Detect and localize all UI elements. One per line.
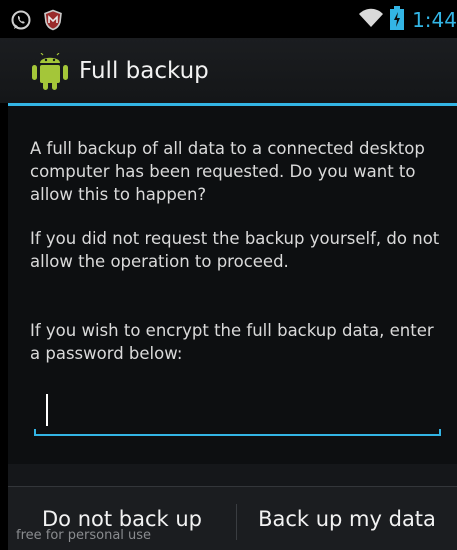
input-underline-tick-left: [34, 429, 36, 436]
dialog-title: Full backup: [79, 58, 209, 84]
password-field[interactable]: [34, 386, 441, 436]
status-bar: 1:44: [0, 0, 457, 38]
dialog-title-bar: Full backup: [0, 38, 457, 103]
dialog-content: A full backup of all data to a connected…: [8, 106, 457, 464]
whatsapp-icon: [10, 9, 32, 35]
password-input[interactable]: [34, 386, 441, 436]
backup-request-message: A full backup of all data to a connected…: [30, 139, 425, 204]
notification-icons: [10, 9, 64, 35]
android-screen: 1:44 Full backup A full backup of all da…: [0, 0, 457, 550]
encrypt-instruction: If you wish to encrypt the full backup d…: [30, 321, 434, 363]
wifi-icon: [358, 7, 384, 33]
back-up-my-data-button[interactable]: Back up my data: [237, 487, 457, 550]
system-icons: 1:44: [358, 6, 457, 34]
input-underline: [34, 434, 441, 436]
warning-message: If you did not request the backup yourse…: [30, 229, 440, 271]
android-robot-icon: [30, 52, 70, 95]
text-cursor: [46, 394, 48, 426]
watermark: free for personal use: [16, 528, 152, 543]
battery-charging-icon: [390, 6, 405, 34]
clock: 1:44: [412, 8, 457, 32]
input-underline-tick-right: [439, 429, 441, 436]
content-footer: [8, 464, 457, 486]
mcafee-shield-icon: [42, 9, 64, 35]
